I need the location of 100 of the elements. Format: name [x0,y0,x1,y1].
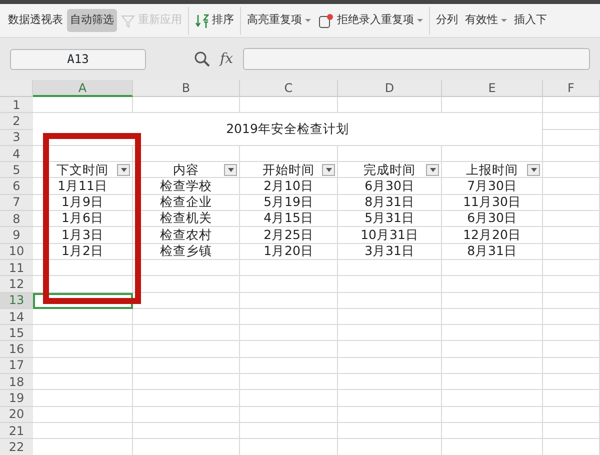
row-header[interactable]: 5 [0,162,33,178]
ribbon-button[interactable]: 插入下 [511,9,550,32]
column-header[interactable]: E [442,80,543,97]
table-cell: 1月3日 [33,227,133,244]
table-cell: 4月15日 [240,211,338,228]
row-header[interactable]: 19 [0,390,33,407]
formula-field[interactable] [243,48,590,70]
row-header[interactable]: 8 [0,211,33,228]
empty-cell [543,390,600,407]
row-header[interactable]: 15 [0,325,33,342]
sheet-title: 2019年安全检查计划 [33,113,543,146]
table-cell: 6月30日 [338,178,442,195]
row-header[interactable]: 22 [0,439,33,455]
empty-cell [543,130,600,146]
table-cell: 6月30日 [442,211,543,228]
ribbon-button[interactable]: 高亮重复项 [244,9,314,32]
empty-cell [543,276,600,293]
selected-cell[interactable] [33,292,133,309]
row-header[interactable]: 11 [0,260,33,276]
table-cell: 11月30日 [442,194,543,212]
ribbon-button[interactable]: 排序 [192,9,237,32]
empty-cell [543,194,600,212]
empty-cell [543,113,600,130]
row-header[interactable]: 7 [0,194,33,212]
table-cell: 8月31日 [338,194,442,212]
ribbon-button[interactable]: 数据透视表 [5,9,66,32]
empty-cell [543,211,600,228]
column-header[interactable]: F [543,80,600,97]
empty-cell [543,308,600,326]
table-cell: 检查学校 [133,178,240,195]
row-header[interactable]: 2 [0,113,33,130]
row-header[interactable]: 1 [0,97,33,114]
row-header[interactable]: 12 [0,276,33,293]
ribbon-button[interactable]: 自动筛选 [67,9,117,32]
table-cell: 2月25日 [240,227,338,244]
table-cell: 3月31日 [338,244,442,260]
table-cell: 1月6日 [33,211,133,228]
empty-cell [543,227,600,244]
row-header[interactable]: 3 [0,130,33,146]
column-header-text: 下文时间 [56,164,108,176]
row-header[interactable]: 20 [0,406,33,423]
name-box[interactable]: A13 [10,48,146,70]
empty-cell [543,406,600,423]
column-header-text: 完成时间 [364,164,416,176]
column-header[interactable]: D [338,80,442,97]
empty-cell [543,97,600,114]
column-header[interactable]: C [240,80,338,97]
row-header[interactable]: 16 [0,341,33,358]
row-header[interactable]: 13 [0,292,33,309]
row-header[interactable]: 4 [0,146,33,162]
row-header[interactable]: 6 [0,178,33,195]
row-header[interactable]: 17 [0,358,33,374]
table-cell: 检查机关 [133,211,240,228]
row-header[interactable]: 21 [0,422,33,440]
empty-cell [543,244,600,260]
document-icon [318,12,334,28]
table-cell: 10月31日 [338,227,442,244]
column-header[interactable]: A [33,80,133,97]
table-cell: 12月20日 [442,227,543,244]
table-cell: 检查企业 [133,194,240,212]
empty-cell [543,422,600,440]
filter-dropdown-button[interactable] [224,164,237,176]
ribbon-button[interactable]: 分列 [433,9,461,32]
table-cell: 1月9日 [33,194,133,212]
column-header[interactable]: B [133,80,240,97]
zoom-icon[interactable] [194,51,210,67]
empty-cell [543,292,600,309]
filter-dropdown-button[interactable] [426,164,439,176]
row-header[interactable]: 9 [0,227,33,244]
table-cell: 检查农村 [133,227,240,244]
empty-cell [543,146,600,162]
function-label[interactable]: fx [220,48,234,70]
sort-icon [195,12,209,28]
table-cell: 检查乡镇 [133,244,240,260]
ribbon-button[interactable]: 拒绝录入重复项 [315,9,426,32]
table-cell: 7月30日 [442,178,543,195]
filter-dropdown-button[interactable] [117,164,130,176]
empty-cell [543,358,600,374]
table-cell: 5月31日 [338,211,442,228]
row-header[interactable]: 18 [0,374,33,390]
funnel-icon [121,14,135,28]
column-header-text: 内容 [173,164,199,176]
empty-cell [543,341,600,358]
column-header-text: 开始时间 [262,164,314,176]
table-cell: 8月31日 [442,244,543,260]
ribbon-button[interactable]: 有效性 [462,9,510,32]
table-cell: 2月10日 [240,178,338,195]
empty-cell [543,178,600,195]
empty-cell [543,260,600,276]
empty-cell [543,374,600,390]
filter-dropdown-button[interactable] [322,164,335,176]
table-cell: 1月20日 [240,244,338,260]
row-header[interactable]: 10 [0,244,33,260]
table-cell: 1月11日 [33,178,133,195]
table-cell: 1月2日 [33,244,133,260]
row-header[interactable]: 14 [0,308,33,326]
table-cell: 5月19日 [240,194,338,212]
column-header-text: 上报时间 [466,164,518,176]
empty-cell [543,325,600,342]
filter-dropdown-button[interactable] [527,164,540,176]
